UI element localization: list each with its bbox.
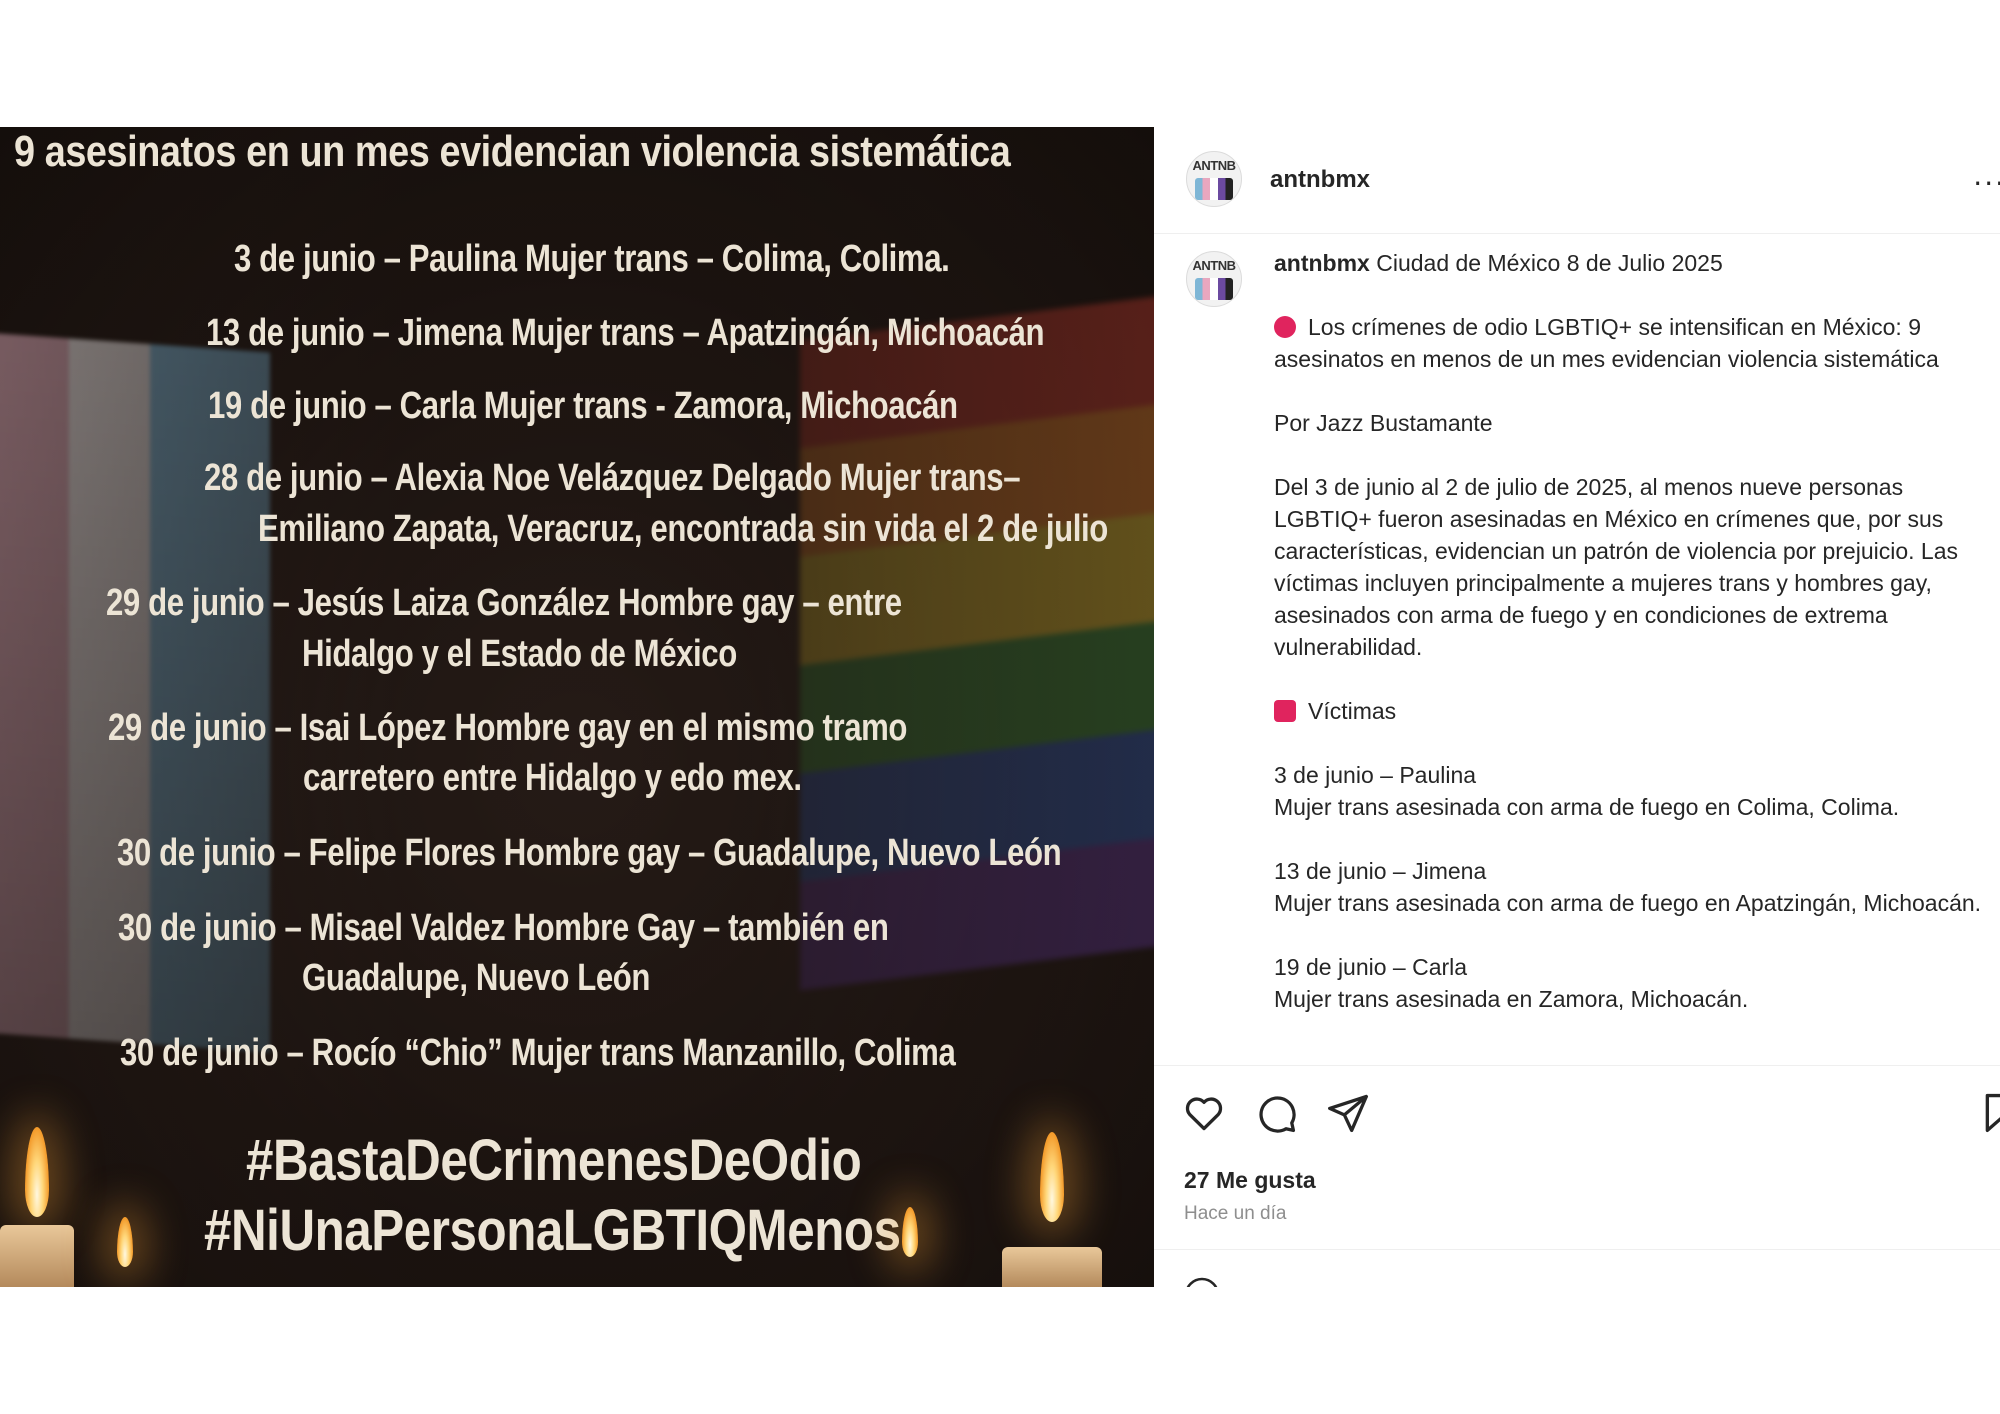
caption-location-date: Ciudad de México 8 de Julio 2025 [1376,250,1723,276]
hashtag-text: #NiUnaPersonaLGBTIQMenos [204,1198,901,1263]
post-time: Hace un día [1184,1203,1287,1224]
caption-scroll-area[interactable]: ANTNB antnbmx Ciudad de México 8 de Juli… [1154,233,2000,1033]
hashtag-text: #BastaDeCrimenesDeOdio [246,1128,862,1193]
image-victim-line: carretero entre Hidalgo y edo mex. [303,757,802,799]
image-victim-line: Hidalgo y el Estado de México [302,633,737,675]
post-image[interactable]: 9 asesinatos en un mes evidencian violen… [0,127,1154,1287]
caption-body: Del 3 de junio al 2 de julio de 2025, al… [1274,474,1958,660]
candle-graphic [0,1127,74,1287]
send-icon[interactable] [1326,1091,1370,1135]
caption-headline: Los crímenes de odio LGBTIQ+ se intensif… [1274,314,1939,372]
victim-entry: 3 de junio – Paulina Mujer trans asesina… [1274,762,1900,820]
caption-username[interactable]: antnbmx [1274,250,1370,276]
emoji-picker-icon[interactable] [1182,1275,1222,1287]
image-victim-line: 30 de junio – Rocío “Chio” Mujer trans M… [120,1032,956,1074]
image-victim-line: Emiliano Zapata, Veracruz, encontrada si… [258,508,1108,550]
image-title: 9 asesinatos en un mes evidencian violen… [14,127,1011,176]
caption: antnbmx Ciudad de México 8 de Julio 2025… [1274,247,1994,1033]
victim-entry: 13 de junio – Jimena Mujer trans asesina… [1274,858,1982,916]
header-username[interactable]: antnbmx [1270,166,1370,194]
victims-heading: Víctimas [1308,698,1397,724]
comment-icon[interactable] [1254,1091,1298,1135]
likes-count[interactable]: 27 Me gusta [1184,1167,1316,1194]
image-victim-line: 29 de junio – Jesús Laiza González Hombr… [106,582,902,624]
image-victim-line: 30 de junio – Felipe Flores Hombre gay –… [117,832,1062,874]
image-victim-line: 29 de junio – Isai López Hombre gay en e… [108,707,908,749]
bookmark-icon[interactable] [1980,1091,2000,1135]
caption-byline: Por Jazz Bustamante [1274,410,1493,436]
divider [1154,1249,2000,1250]
post-header: ANTNB antnbmx ··· [1154,127,2000,234]
image-victim-line: 3 de junio – Paulina Mujer trans – Colim… [234,238,950,280]
image-victim-line: 13 de junio – Jimena Mujer trans – Apatz… [206,312,1045,354]
avatar[interactable]: ANTNB [1186,151,1242,207]
divider [1154,1065,2000,1066]
post-sidebar: ANTNB antnbmx ··· ANTNB antnbmx Ciudad d… [1154,127,2000,1287]
image-victim-line: 30 de junio – Misael Valdez Hombre Gay –… [118,907,889,949]
caption-avatar[interactable]: ANTNB [1186,251,1242,307]
red-square-icon [1274,700,1296,722]
more-options-icon[interactable]: ··· [1973,167,2000,200]
victim-entry: 19 de junio – Carla Mujer trans asesinad… [1274,954,1749,1012]
candle-graphic [1002,1132,1102,1287]
heart-icon[interactable] [1182,1091,1226,1135]
candle-graphic [100,1217,150,1287]
image-victim-line: Guadalupe, Nuevo León [302,957,651,999]
image-victim-line: 19 de junio – Carla Mujer trans - Zamora… [208,385,958,427]
candle-graphic [890,1207,930,1287]
red-circle-icon [1274,316,1296,338]
image-victim-line: 28 de junio – Alexia Noe Velázquez Delga… [204,457,1021,499]
